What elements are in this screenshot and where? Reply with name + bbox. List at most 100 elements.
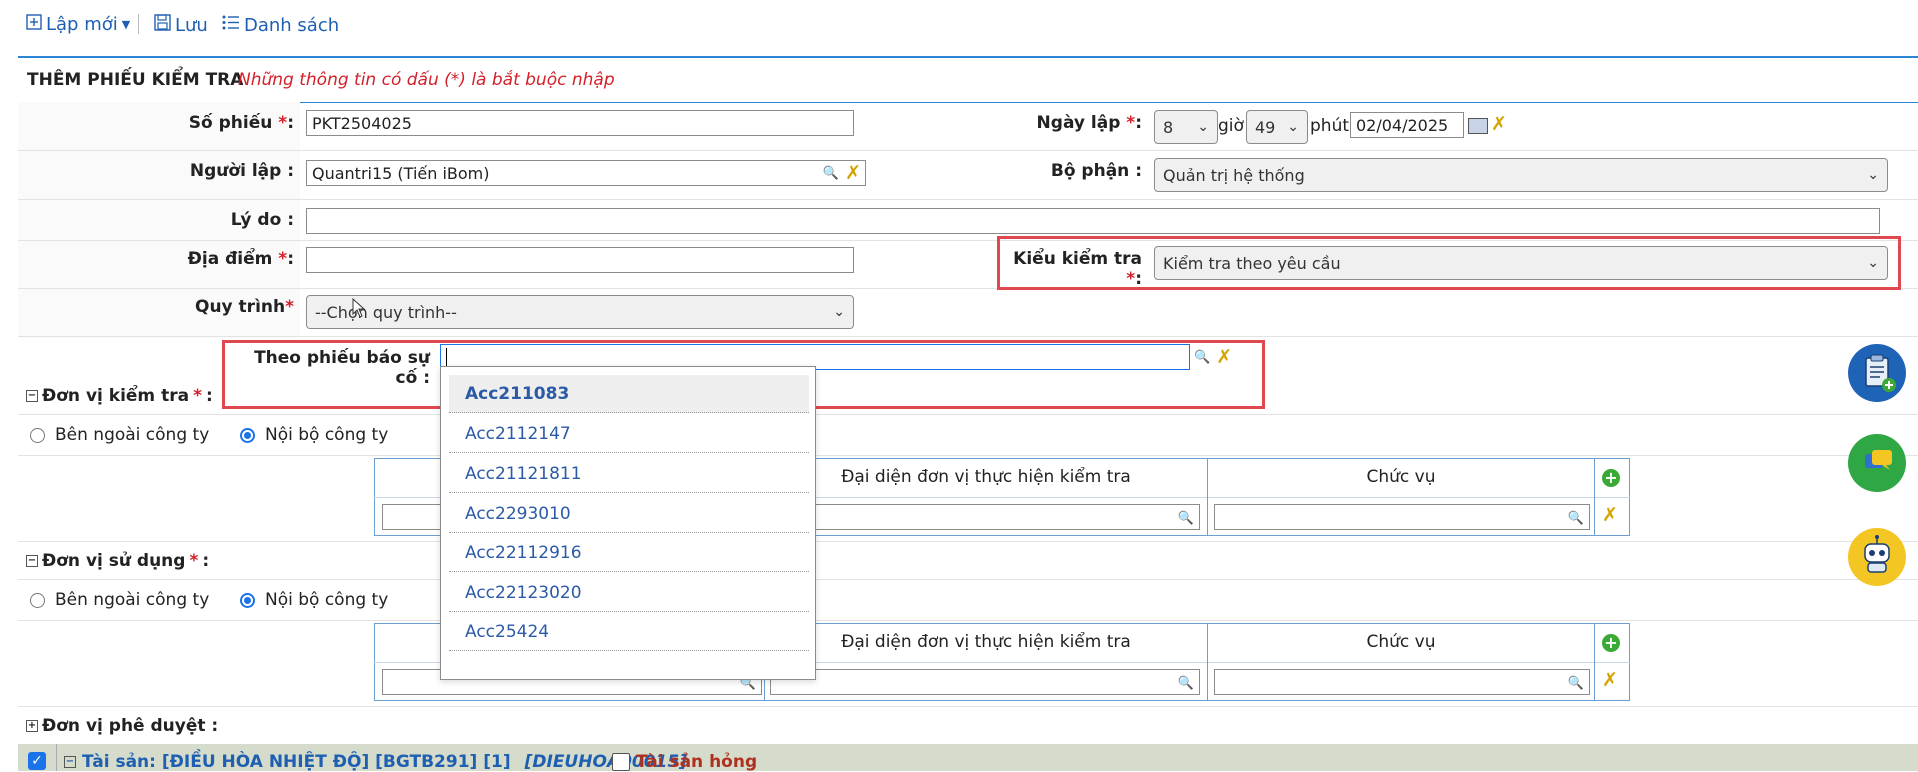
search-icon[interactable]: 🔍 xyxy=(1568,511,1584,526)
search-icon[interactable]: 🔍 xyxy=(1178,511,1194,526)
minute-select[interactable]: 49 ⌄ xyxy=(1246,110,1308,144)
caret-down-icon: ▼ xyxy=(121,18,131,31)
dvkt-position-input[interactable]: 🔍 xyxy=(1214,504,1590,530)
dvkt-col-position: Chức vụ xyxy=(1366,467,1436,487)
clipboard-add-button[interactable] xyxy=(1848,344,1906,402)
robot-support-button[interactable] xyxy=(1848,528,1906,586)
save-icon xyxy=(154,14,171,36)
dvkt-col-representative: Đại diện đơn vị thực hiện kiểm tra xyxy=(841,467,1131,487)
collapse-icon[interactable]: − xyxy=(64,756,76,768)
date-input[interactable] xyxy=(1350,112,1464,138)
chevron-down-icon: ⌄ xyxy=(833,304,845,320)
damaged-checkbox[interactable] xyxy=(612,753,630,771)
chevron-down-icon: ⌄ xyxy=(1197,119,1209,135)
dvkt-radio-outside[interactable]: Bên ngoài công ty xyxy=(30,425,209,445)
so-phieu-input[interactable] xyxy=(306,110,854,136)
ly-do-label: Lý do : xyxy=(230,210,294,230)
nguoi-lap-label: Người lập : xyxy=(189,161,294,181)
search-icon[interactable]: 🔍 xyxy=(1194,350,1210,365)
dropdown-item[interactable]: Acc22112916 xyxy=(449,534,809,572)
delete-row-icon[interactable]: ✗ xyxy=(1602,504,1618,526)
dvsd-position-input[interactable]: 🔍 xyxy=(1214,669,1590,695)
robot-icon xyxy=(1864,535,1890,573)
dia-diem-input[interactable] xyxy=(306,247,854,273)
text-cursor xyxy=(446,348,447,366)
dropdown-item[interactable]: Acc21121811 xyxy=(449,455,809,493)
chevron-down-icon: ⌄ xyxy=(1867,255,1879,271)
collapse-icon[interactable]: − xyxy=(26,390,38,402)
row-divider xyxy=(18,414,1918,415)
dvkt-radio-inside[interactable]: Nội bộ công ty xyxy=(240,425,388,445)
radio-button-selected[interactable] xyxy=(240,427,255,443)
save-button-label: Lưu xyxy=(175,14,208,36)
chat-icon xyxy=(1865,450,1892,470)
row-divider xyxy=(18,620,1918,621)
dropdown-item[interactable]: Acc211083 xyxy=(449,375,809,413)
row-divider xyxy=(18,579,1918,580)
dvsd-radio-inside[interactable]: Nội bộ công ty xyxy=(240,590,388,610)
radio-button-selected[interactable] xyxy=(240,592,255,608)
expand-icon[interactable]: + xyxy=(26,720,38,732)
dropdown-item[interactable]: Acc22123020 xyxy=(449,574,809,612)
don-vi-kiem-tra-header[interactable]: − Đơn vị kiểm tra *: xyxy=(26,386,213,406)
add-row-icon[interactable]: + xyxy=(1602,469,1620,487)
search-icon[interactable]: 🔍 xyxy=(1568,676,1584,691)
kieu-kiem-tra-select[interactable]: Kiểm tra theo yêu cầu ⌄ xyxy=(1154,246,1888,280)
new-button-label: Lập mới xyxy=(46,14,118,35)
row-divider xyxy=(18,706,1918,707)
asset-damaged[interactable]: Tài sản hỏng xyxy=(612,752,757,772)
so-phieu-label: Số phiếu *: xyxy=(188,113,294,133)
ngay-lap-label: Ngày lập *: xyxy=(1036,113,1142,133)
bo-phan-select[interactable]: Quản trị hệ thống ⌄ xyxy=(1154,158,1888,192)
minute-label: phút xyxy=(1310,116,1350,136)
add-row-icon[interactable]: + xyxy=(1602,634,1620,652)
calendar-icon[interactable] xyxy=(1468,118,1488,134)
clear-date-icon[interactable]: ✗ xyxy=(1491,113,1507,135)
dvsd-col-representative: Đại diện đơn vị thực hiện kiểm tra xyxy=(841,632,1131,652)
search-icon[interactable]: 🔍 xyxy=(1178,676,1194,691)
list-button[interactable]: Danh sách xyxy=(222,14,339,36)
dvsd-representative-input[interactable]: 🔍 xyxy=(770,669,1200,695)
hour-select[interactable]: 8 ⌄ xyxy=(1154,110,1218,144)
search-icon[interactable]: 🔍 xyxy=(823,166,839,181)
kieu-kiem-tra-label: Kiểu kiểm tra *: xyxy=(1013,249,1142,289)
toolbar-divider xyxy=(138,14,139,34)
quy-trinh-select[interactable]: --Chọn quy trình-- ⌄ xyxy=(306,295,854,329)
form-title: THÊM PHIẾU KIỂM TRA xyxy=(27,70,244,90)
dropdown-item[interactable]: Acc25424 xyxy=(449,613,809,651)
save-button[interactable]: Lưu xyxy=(154,14,208,36)
clear-icon[interactable]: ✗ xyxy=(845,162,861,184)
new-button[interactable]: Lập mới ▼ xyxy=(26,14,130,35)
row-divider xyxy=(18,541,1918,542)
bo-phan-label: Bộ phận : xyxy=(1050,161,1142,181)
asset-info[interactable]: − Tài sản: [ĐIỀU HÒA NHIỆT ĐỘ] [BGTB291]… xyxy=(64,752,687,772)
radio-button[interactable] xyxy=(30,592,45,608)
dvsd-radio-outside[interactable]: Bên ngoài công ty xyxy=(30,590,209,610)
ly-do-input[interactable] xyxy=(306,208,1880,234)
dvsd-col-position: Chức vụ xyxy=(1366,632,1436,652)
grid-col-divider xyxy=(1594,458,1595,536)
row-divider xyxy=(18,150,1918,151)
row-divider xyxy=(18,199,1918,200)
dvkt-representative-input[interactable]: 🔍 xyxy=(770,504,1200,530)
dropdown-item[interactable]: Acc2293010 xyxy=(449,495,809,533)
don-vi-su-dung-header[interactable]: − Đơn vị sử dụng *: xyxy=(26,551,209,571)
list-button-label: Danh sách xyxy=(244,14,340,36)
add-square-icon xyxy=(26,14,42,35)
collapse-icon[interactable]: − xyxy=(26,555,38,567)
clipboard-add-icon xyxy=(1865,354,1896,392)
don-vi-phe-duyet-header[interactable]: + Đơn vị phê duyệt : xyxy=(26,716,218,736)
asset-divider xyxy=(56,744,57,771)
required-note: Những thông tin có dấu (*) là bắt buộc n… xyxy=(238,70,615,90)
delete-row-icon[interactable]: ✗ xyxy=(1602,669,1618,691)
chat-button[interactable] xyxy=(1848,434,1906,492)
theo-phieu-label: Theo phiếu báo sự cố : xyxy=(254,348,430,388)
incident-dropdown: Acc211083 Acc2112147 Acc21121811 Acc2293… xyxy=(440,366,816,680)
asset-checkbox[interactable]: ✓ xyxy=(28,752,46,770)
dropdown-item[interactable]: Acc2112147 xyxy=(449,415,809,453)
nguoi-lap-field[interactable]: Quantri15 (Tiến iBom) 🔍 ✗ xyxy=(306,160,866,186)
mouse-cursor-icon xyxy=(352,297,366,323)
clear-icon[interactable]: ✗ xyxy=(1216,346,1232,368)
chevron-down-icon: ⌄ xyxy=(1287,119,1299,135)
radio-button[interactable] xyxy=(30,427,45,443)
